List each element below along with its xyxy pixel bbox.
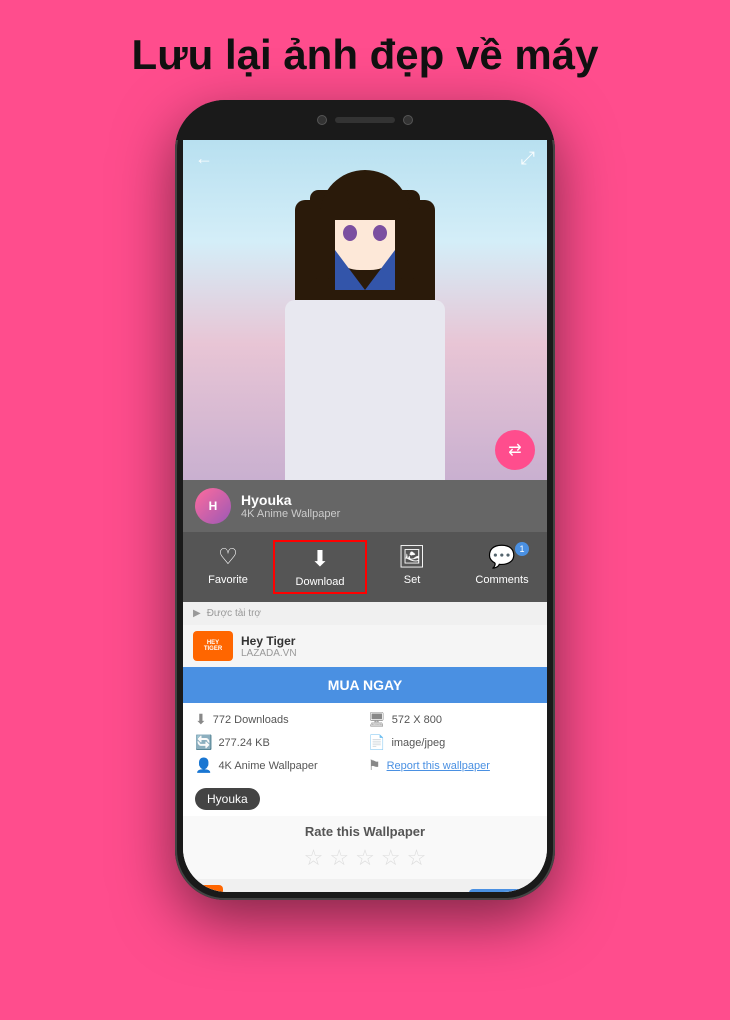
phone-mockup: ← ⤢ ⇄ H Hyouka 4K Anime Wallpaper ♡ bbox=[175, 100, 555, 900]
ad-play-icon: ▶ bbox=[193, 608, 201, 619]
comments-button[interactable]: 💬 1 Comments bbox=[457, 540, 547, 594]
star-5[interactable]: ☆ bbox=[407, 845, 427, 871]
comment-icon: 💬 bbox=[488, 544, 515, 570]
buy-now-button[interactable]: MUA NGAY bbox=[183, 667, 547, 703]
wallpaper-title: Hyouka bbox=[241, 492, 535, 508]
resolution-value: 572 X 800 bbox=[392, 714, 442, 726]
stat-author: 👤 4K Anime Wallpaper bbox=[195, 757, 362, 774]
heart-icon: ♡ bbox=[218, 544, 238, 570]
stat-filetype: 📄 image/jpeg bbox=[368, 734, 535, 751]
info-text-block: Hyouka 4K Anime Wallpaper bbox=[241, 492, 535, 520]
sponsor-row: HEYTIGER Hey Tiger LAZADA.VN bbox=[183, 625, 547, 667]
bottom-ad-logo: HEYTIGER bbox=[193, 885, 223, 892]
favorite-button[interactable]: ♡ Favorite bbox=[183, 540, 273, 594]
flag-icon: ⚑ bbox=[368, 757, 381, 774]
avatar: H bbox=[195, 488, 231, 524]
author-value: 4K Anime Wallpaper bbox=[218, 760, 317, 772]
phone-camera-2 bbox=[403, 115, 413, 125]
set-label: Set bbox=[404, 574, 421, 586]
ad-indicator: ▶ Được tài trợ bbox=[183, 602, 547, 625]
anime-figure bbox=[255, 160, 475, 480]
sponsor-sub: LAZADA.VN bbox=[241, 648, 537, 659]
filetype-icon: 📄 bbox=[368, 734, 385, 751]
star-4[interactable]: ☆ bbox=[381, 845, 401, 871]
set-wallpaper-icon: 🖼 bbox=[398, 544, 426, 570]
wallpaper-image: ← ⤢ ⇄ bbox=[183, 140, 547, 480]
report-link[interactable]: Report this wallpaper bbox=[387, 760, 490, 772]
eye-left bbox=[343, 225, 357, 241]
star-2[interactable]: ☆ bbox=[329, 845, 349, 871]
hair-top bbox=[320, 170, 410, 220]
filetype-value: image/jpeg bbox=[391, 737, 445, 749]
tag-row: Hyouka bbox=[183, 782, 547, 816]
page-title: Lưu lại ảnh đẹp về máy bbox=[132, 30, 599, 80]
rate-section: Rate this Wallpaper ☆ ☆ ☆ ☆ ☆ bbox=[183, 816, 547, 879]
downloads-icon: ⬇ bbox=[195, 711, 207, 728]
stat-downloads: ⬇ 772 Downloads bbox=[195, 711, 362, 728]
eye-right bbox=[373, 225, 387, 241]
comments-label: Comments bbox=[475, 574, 528, 586]
sponsor-name: Hey Tiger bbox=[241, 634, 537, 648]
sponsor-logo-text: HEYTIGER bbox=[204, 640, 222, 652]
filesize-icon: 🔄 bbox=[195, 734, 212, 751]
download-icon: ⬇ bbox=[311, 546, 329, 572]
share-icon: ⇄ bbox=[508, 440, 521, 460]
stat-report[interactable]: ⚑ Report this wallpaper bbox=[368, 757, 535, 774]
star-3[interactable]: ☆ bbox=[355, 845, 375, 871]
back-icon[interactable]: ← bbox=[195, 148, 213, 169]
uniform-body bbox=[285, 300, 445, 480]
author-icon: 👤 bbox=[195, 757, 212, 774]
stat-filesize: 🔄 277.24 KB bbox=[195, 734, 362, 751]
rate-title: Rate this Wallpaper bbox=[305, 824, 425, 839]
downloads-value: 772 Downloads bbox=[213, 714, 289, 726]
action-bar: ♡ Favorite ⬇ Download 🖼 Set 💬 1 Comments bbox=[183, 532, 547, 602]
comment-badge: 1 bbox=[515, 542, 529, 556]
stats-grid: ⬇ 772 Downloads 🖥 572 X 800 🔄 277.24 KB … bbox=[183, 703, 547, 782]
set-button[interactable]: 🖼 Set bbox=[367, 540, 457, 594]
bottom-ad-button[interactable]: Mua ngay bbox=[469, 889, 537, 892]
info-panel: H Hyouka 4K Anime Wallpaper bbox=[183, 480, 547, 532]
wallpaper-category: 4K Anime Wallpaper bbox=[241, 508, 535, 520]
tag-chip[interactable]: Hyouka bbox=[195, 788, 260, 810]
bottom-ad-bar: HEYTIGER Hey Tiger I Vietnam Mua ngay bbox=[183, 879, 547, 892]
star-1[interactable]: ☆ bbox=[304, 845, 324, 871]
phone-notch bbox=[175, 100, 555, 140]
crop-icon[interactable]: ⤢ bbox=[521, 148, 535, 169]
resolution-icon: 🖥 bbox=[368, 711, 386, 728]
sponsor-logo: HEYTIGER bbox=[193, 631, 233, 661]
filesize-value: 277.24 KB bbox=[218, 737, 269, 749]
phone-frame: ← ⤢ ⇄ H Hyouka 4K Anime Wallpaper ♡ bbox=[175, 100, 555, 900]
sponsor-info: Hey Tiger LAZADA.VN bbox=[241, 634, 537, 659]
ad-text: Được tài trợ bbox=[207, 608, 261, 619]
download-label: Download bbox=[296, 576, 345, 588]
phone-speaker bbox=[335, 117, 395, 123]
stat-resolution: 🖥 572 X 800 bbox=[368, 711, 535, 728]
uniform-collar bbox=[335, 250, 395, 290]
phone-camera bbox=[317, 115, 327, 125]
share-fab-button[interactable]: ⇄ bbox=[495, 430, 535, 470]
stars-row[interactable]: ☆ ☆ ☆ ☆ ☆ bbox=[304, 845, 427, 871]
phone-screen: ← ⤢ ⇄ H Hyouka 4K Anime Wallpaper ♡ bbox=[183, 140, 547, 892]
favorite-label: Favorite bbox=[208, 574, 248, 586]
download-button[interactable]: ⬇ Download bbox=[273, 540, 367, 594]
